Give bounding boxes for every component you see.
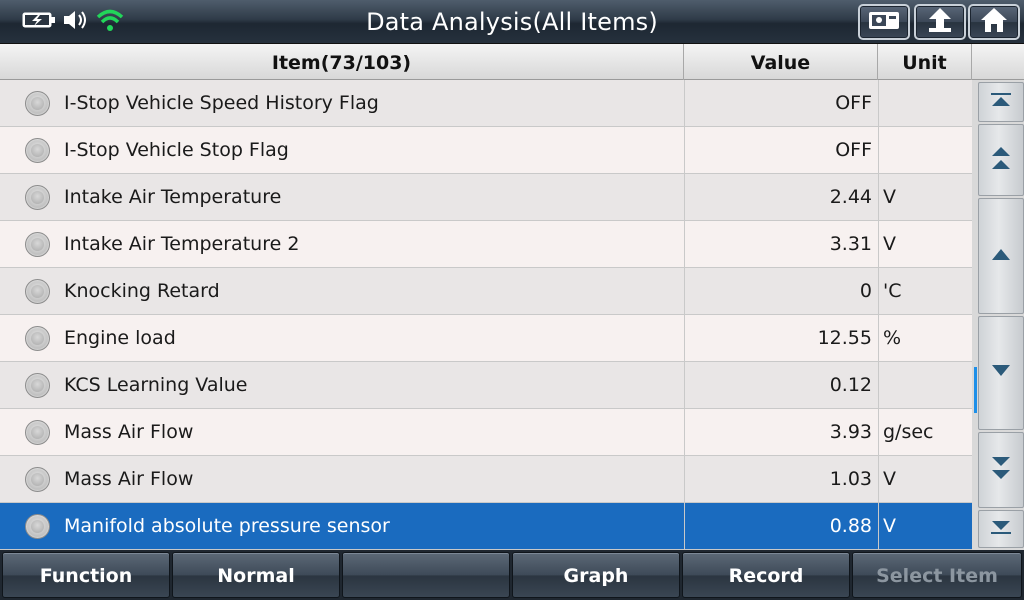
item-unit (878, 127, 972, 174)
radio-icon[interactable] (25, 138, 50, 163)
item-value: 3.93 (684, 409, 874, 456)
chevron-up-icon (989, 246, 1013, 266)
table-row[interactable]: Knocking Retard 0 'C (0, 268, 972, 315)
table-row[interactable]: KCS Learning Value 0.12 (0, 362, 972, 409)
bottom-toolbar: Function Normal Graph Record Select Item (0, 550, 1024, 600)
radio-icon[interactable] (25, 373, 50, 398)
item-unit: V (878, 174, 972, 221)
item-name: Engine load (64, 327, 176, 349)
table-row[interactable]: Intake Air Temperature 2.44 V (0, 174, 972, 221)
camera-icon (867, 8, 901, 36)
radio-icon[interactable] (25, 232, 50, 257)
table-row[interactable]: Mass Air Flow 3.93 g/sec (0, 409, 972, 456)
page-down-button[interactable] (978, 432, 1024, 508)
table-header: Item(73/103) Value Unit (0, 44, 1024, 80)
radio-icon[interactable] (25, 467, 50, 492)
radio-icon[interactable] (25, 514, 50, 539)
item-unit: V (878, 503, 972, 550)
item-name: Mass Air Flow (64, 468, 194, 490)
item-value: 3.31 (684, 221, 874, 268)
table-row-selected[interactable]: Manifold absolute pressure sensor 0.88 V (0, 503, 972, 550)
item-unit: V (878, 456, 972, 503)
item-name: Manifold absolute pressure sensor (64, 515, 390, 537)
page-up-button[interactable] (978, 124, 1024, 196)
column-header-unit: Unit (878, 44, 972, 80)
item-unit: g/sec (878, 409, 972, 456)
item-value: 0 (684, 268, 874, 315)
item-value: 2.44 (684, 174, 874, 221)
double-chevron-down-icon (989, 454, 1013, 486)
table-row[interactable]: Engine load 12.55 % (0, 315, 972, 362)
radio-icon[interactable] (25, 326, 50, 351)
radio-icon[interactable] (25, 91, 50, 116)
normal-button[interactable]: Normal (172, 552, 340, 598)
chevron-down-icon (989, 363, 1013, 383)
column-header-item: Item(73/103) (0, 44, 684, 80)
scroll-position-indicator (974, 367, 977, 413)
item-value: 0.88 (684, 503, 874, 550)
radio-icon[interactable] (25, 185, 50, 210)
function-button[interactable]: Function (2, 552, 170, 598)
scroll-up-button[interactable] (978, 198, 1024, 314)
item-unit: 'C (878, 268, 972, 315)
item-value: 12.55 (684, 315, 874, 362)
item-name: Knocking Retard (64, 280, 220, 302)
table-row[interactable]: I-Stop Vehicle Speed History Flag OFF (0, 80, 972, 127)
item-unit: % (878, 315, 972, 362)
home-button[interactable] (968, 4, 1020, 40)
item-name: Intake Air Temperature (64, 186, 282, 208)
item-name: KCS Learning Value (64, 374, 248, 396)
home-icon (979, 6, 1009, 38)
radio-icon[interactable] (25, 420, 50, 445)
item-name: Intake Air Temperature 2 (64, 233, 300, 255)
arrow-up-icon (925, 6, 955, 38)
item-unit: V (878, 221, 972, 268)
title-bar: Data Analysis(All Items) (0, 0, 1024, 44)
scroll-top-button[interactable] (978, 82, 1024, 122)
data-list: I-Stop Vehicle Speed History Flag OFF I-… (0, 80, 972, 550)
item-value: OFF (684, 127, 874, 174)
table-row[interactable]: I-Stop Vehicle Stop Flag OFF (0, 127, 972, 174)
scroll-down-button[interactable] (978, 316, 1024, 430)
scroll-to-top-icon (989, 92, 1013, 112)
scroll-bottom-button[interactable] (978, 510, 1024, 548)
item-value: 0.12 (684, 362, 874, 409)
scroll-panel (972, 80, 1024, 550)
item-name: I-Stop Vehicle Stop Flag (64, 139, 289, 161)
table-row[interactable]: Intake Air Temperature 2 3.31 V (0, 221, 972, 268)
column-header-value: Value (684, 44, 878, 80)
scroll-to-bottom-icon (989, 519, 1013, 539)
item-name: I-Stop Vehicle Speed History Flag (64, 92, 379, 114)
record-button[interactable]: Record (682, 552, 850, 598)
select-item-button[interactable]: Select Item (852, 552, 1022, 598)
item-unit (878, 80, 972, 127)
table-row[interactable]: Mass Air Flow 1.03 V (0, 456, 972, 503)
item-value: OFF (684, 80, 874, 127)
double-chevron-up-icon (989, 144, 1013, 176)
item-unit (878, 362, 972, 409)
column-header-scroll (972, 44, 1024, 80)
graph-button[interactable]: Graph (512, 552, 680, 598)
back-button[interactable] (914, 4, 966, 40)
screenshot-button[interactable] (858, 4, 910, 40)
item-name: Mass Air Flow (64, 421, 194, 443)
blank-button[interactable] (342, 552, 510, 598)
item-value: 1.03 (684, 456, 874, 503)
radio-icon[interactable] (25, 279, 50, 304)
